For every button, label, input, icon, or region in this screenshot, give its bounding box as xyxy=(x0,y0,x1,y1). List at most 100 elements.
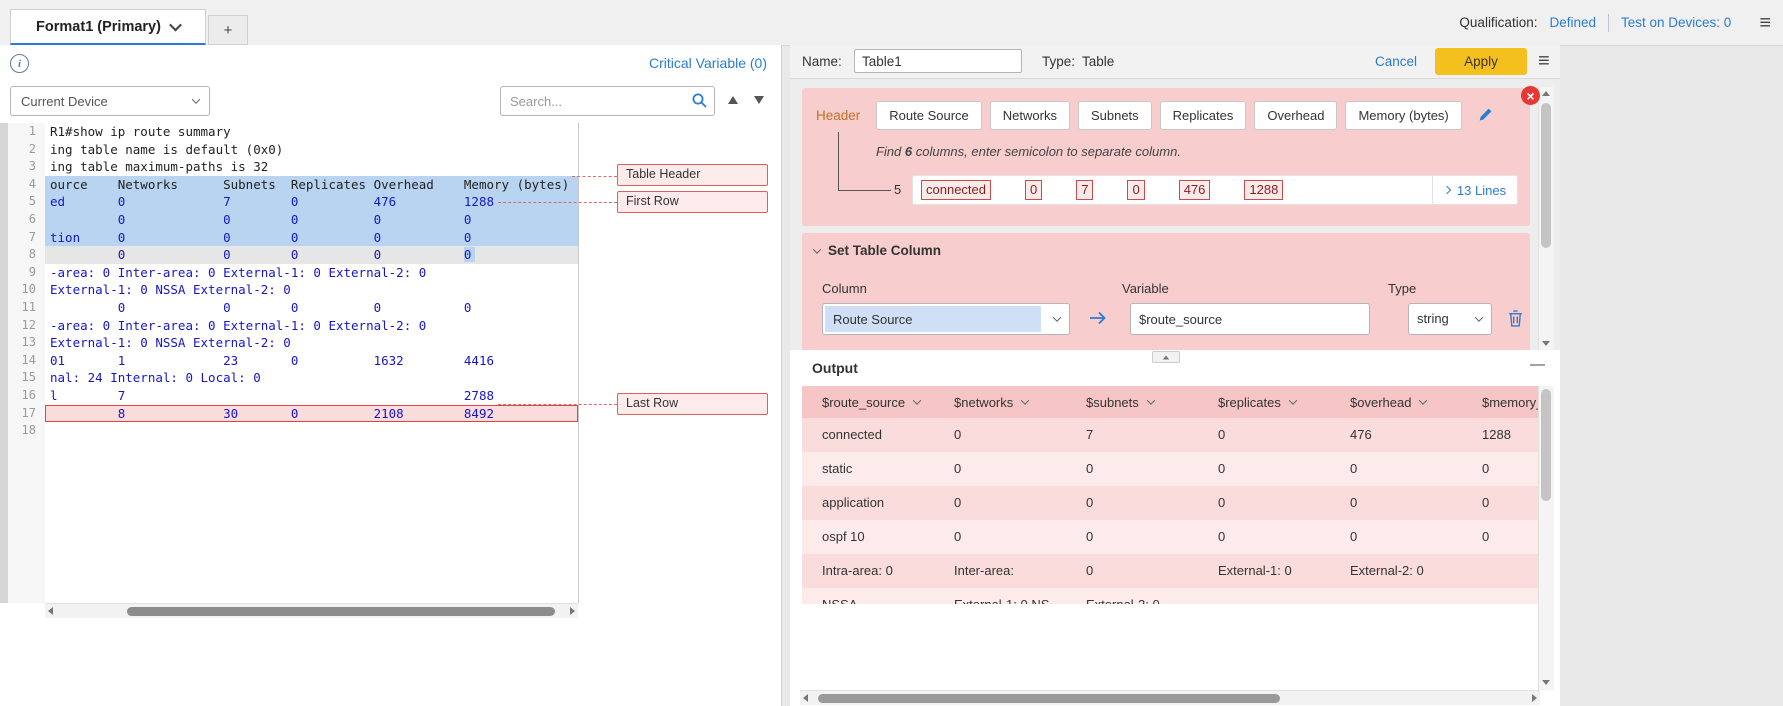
editor-line[interactable]: 9-area: 0 Inter-area: 0 External-1: 0 Ex… xyxy=(8,264,578,282)
scroll-down-arrow[interactable] xyxy=(1542,680,1550,685)
annotation-first-row[interactable]: First Row xyxy=(617,191,768,213)
editor-line[interactable]: 10External-1: 0 NSSA External-2: 0 xyxy=(8,281,578,299)
editor-line[interactable]: 4ource Networks Subnets Replicates Overh… xyxy=(8,176,578,194)
editor-line[interactable]: 7tion 0 0 0 0 0 xyxy=(8,229,578,247)
output-column-header[interactable]: $replicates xyxy=(1198,386,1330,418)
search-input[interactable] xyxy=(500,86,715,116)
close-icon[interactable]: × xyxy=(1521,86,1540,105)
panel-menu-icon[interactable]: ≡ xyxy=(1538,51,1550,71)
delete-column-icon[interactable] xyxy=(1508,310,1523,330)
test-on-devices-link[interactable]: Test on Devices: 0 xyxy=(1621,15,1731,30)
qualification-value-link[interactable]: Defined xyxy=(1549,15,1596,30)
line-number: 4 xyxy=(8,176,45,194)
parsed-token[interactable]: connected xyxy=(921,180,991,200)
scroll-left-arrow[interactable] xyxy=(48,607,53,615)
annotation-last-row[interactable]: Last Row xyxy=(617,393,768,415)
critical-variable-link[interactable]: Critical Variable (0) xyxy=(649,55,767,71)
parsed-token[interactable]: 0 xyxy=(1025,180,1042,200)
output-row[interactable]: connected0704761288 xyxy=(802,418,1538,452)
annotation-table-header[interactable]: Table Header xyxy=(617,164,768,186)
output-hscrollbar[interactable] xyxy=(800,690,1540,705)
scroll-right-arrow[interactable] xyxy=(570,607,575,615)
menu-icon[interactable]: ≡ xyxy=(1759,13,1771,33)
editor-hscrollbar[interactable] xyxy=(45,603,578,618)
parsed-token[interactable]: 7 xyxy=(1076,180,1093,200)
expand-output-button[interactable] xyxy=(1152,351,1180,363)
chevron-down-icon[interactable] xyxy=(1419,396,1427,404)
column-select[interactable]: Route Source xyxy=(822,303,1070,335)
header-column-chip[interactable]: Memory (bytes) xyxy=(1345,101,1461,130)
apply-button[interactable]: Apply xyxy=(1435,48,1527,75)
scroll-thumb[interactable] xyxy=(127,607,555,616)
output-row[interactable]: NSSAExternal-1: 0 NSExternal-2: 0 xyxy=(802,588,1538,604)
scroll-up-arrow[interactable] xyxy=(1542,91,1550,96)
scroll-left-arrow[interactable] xyxy=(803,694,808,702)
set-table-column-header[interactable]: Set Table Column xyxy=(814,243,941,258)
editor-line[interactable]: 18 xyxy=(8,422,578,440)
output-row[interactable]: application00000 xyxy=(802,486,1538,520)
scroll-thumb[interactable] xyxy=(818,694,1280,703)
chevron-down-icon[interactable] xyxy=(1289,396,1297,404)
output-row[interactable]: Intra-area: 0Inter-area:0External-1: 0Ex… xyxy=(802,554,1538,588)
scroll-thumb[interactable] xyxy=(1541,389,1551,501)
tab-format1[interactable]: Format1 (Primary) xyxy=(10,9,206,45)
header-column-chip[interactable]: Replicates xyxy=(1160,101,1247,130)
add-tab-button[interactable]: + xyxy=(208,15,248,45)
editor-line[interactable]: 5ed 0 7 0 476 1288 xyxy=(8,193,578,211)
output-column-header[interactable]: $overhead xyxy=(1330,386,1462,418)
annotation-connector xyxy=(498,202,617,203)
search-next-button[interactable] xyxy=(754,96,764,104)
line-number: 17 xyxy=(8,405,45,423)
editor-line[interactable]: 13External-1: 0 NSSA External-2: 0 xyxy=(8,334,578,352)
variable-input[interactable] xyxy=(1130,303,1370,335)
code-editor[interactable]: 1R1#show ip route summary2ing table name… xyxy=(8,123,578,440)
output-row[interactable]: static00000 xyxy=(802,452,1538,486)
chevron-down-icon[interactable] xyxy=(913,396,921,404)
output-column-label: $memory_b... xyxy=(1482,395,1538,410)
editor-line[interactable]: 16l 7 2788 xyxy=(8,387,578,405)
output-column-header[interactable]: $memory_b... xyxy=(1462,386,1538,418)
editor-line[interactable]: 12-area: 0 Inter-area: 0 External-1: 0 E… xyxy=(8,317,578,335)
parsed-token[interactable]: 0 xyxy=(1127,180,1144,200)
search-icon[interactable] xyxy=(691,92,708,109)
chevron-down-icon[interactable] xyxy=(1147,396,1155,404)
header-column-chip[interactable]: Subnets xyxy=(1078,101,1152,130)
output-column-header[interactable]: $route_source xyxy=(802,386,934,418)
editor-line[interactable]: 17 8 30 0 2108 8492 xyxy=(8,405,578,423)
minimize-output-icon[interactable]: — xyxy=(1530,356,1545,373)
parsed-token[interactable]: 1288 xyxy=(1244,180,1283,200)
editor-line[interactable]: 8 0 0 0 0 0 xyxy=(8,246,578,264)
scroll-thumb[interactable] xyxy=(1541,103,1551,248)
editor-line[interactable]: 11 0 0 0 0 0 xyxy=(8,299,578,317)
cancel-button[interactable]: Cancel xyxy=(1375,54,1417,69)
editor-line[interactable]: 1401 1 23 0 1632 4416 xyxy=(8,352,578,370)
config-vscrollbar[interactable] xyxy=(1538,87,1554,350)
editor-line[interactable]: 6 0 0 0 0 0 xyxy=(8,211,578,229)
output-column-header[interactable]: $subnets xyxy=(1066,386,1198,418)
edit-pencil-icon[interactable] xyxy=(1478,107,1493,125)
editor-line[interactable]: 2ing table name is default (0x0) xyxy=(8,141,578,159)
lines-expand-button[interactable]: 13 Lines xyxy=(1432,176,1517,204)
chevron-down-icon[interactable] xyxy=(169,19,182,32)
editor-line[interactable]: 1R1#show ip route summary xyxy=(8,123,578,141)
header-column-chip[interactable]: Networks xyxy=(990,101,1070,130)
output-vscrollbar[interactable] xyxy=(1538,386,1554,690)
chevron-down-icon[interactable] xyxy=(1021,396,1029,404)
header-anchor-label[interactable]: Header xyxy=(816,108,860,123)
scroll-down-arrow[interactable] xyxy=(1542,341,1550,346)
type-select[interactable]: string xyxy=(1408,303,1492,335)
scroll-right-arrow[interactable] xyxy=(1532,694,1537,702)
parsed-token[interactable]: 476 xyxy=(1179,180,1211,200)
output-row[interactable]: ospf 1000000 xyxy=(802,520,1538,554)
editor-line[interactable]: 3ing table maximum-paths is 32 xyxy=(8,158,578,176)
search-prev-button[interactable] xyxy=(728,96,738,104)
header-column-chip[interactable]: Route Source xyxy=(876,101,982,130)
output-cell: 0 xyxy=(934,452,1066,486)
output-column-header[interactable]: $networks xyxy=(934,386,1066,418)
editor-line[interactable]: 15nal: 24 Internal: 0 Local: 0 xyxy=(8,369,578,387)
device-select[interactable]: Current Device xyxy=(10,86,210,116)
info-icon[interactable]: i xyxy=(10,54,29,73)
header-column-chip[interactable]: Overhead xyxy=(1254,101,1337,130)
table-name-input[interactable] xyxy=(854,49,1022,73)
map-arrow-icon[interactable] xyxy=(1088,309,1110,330)
